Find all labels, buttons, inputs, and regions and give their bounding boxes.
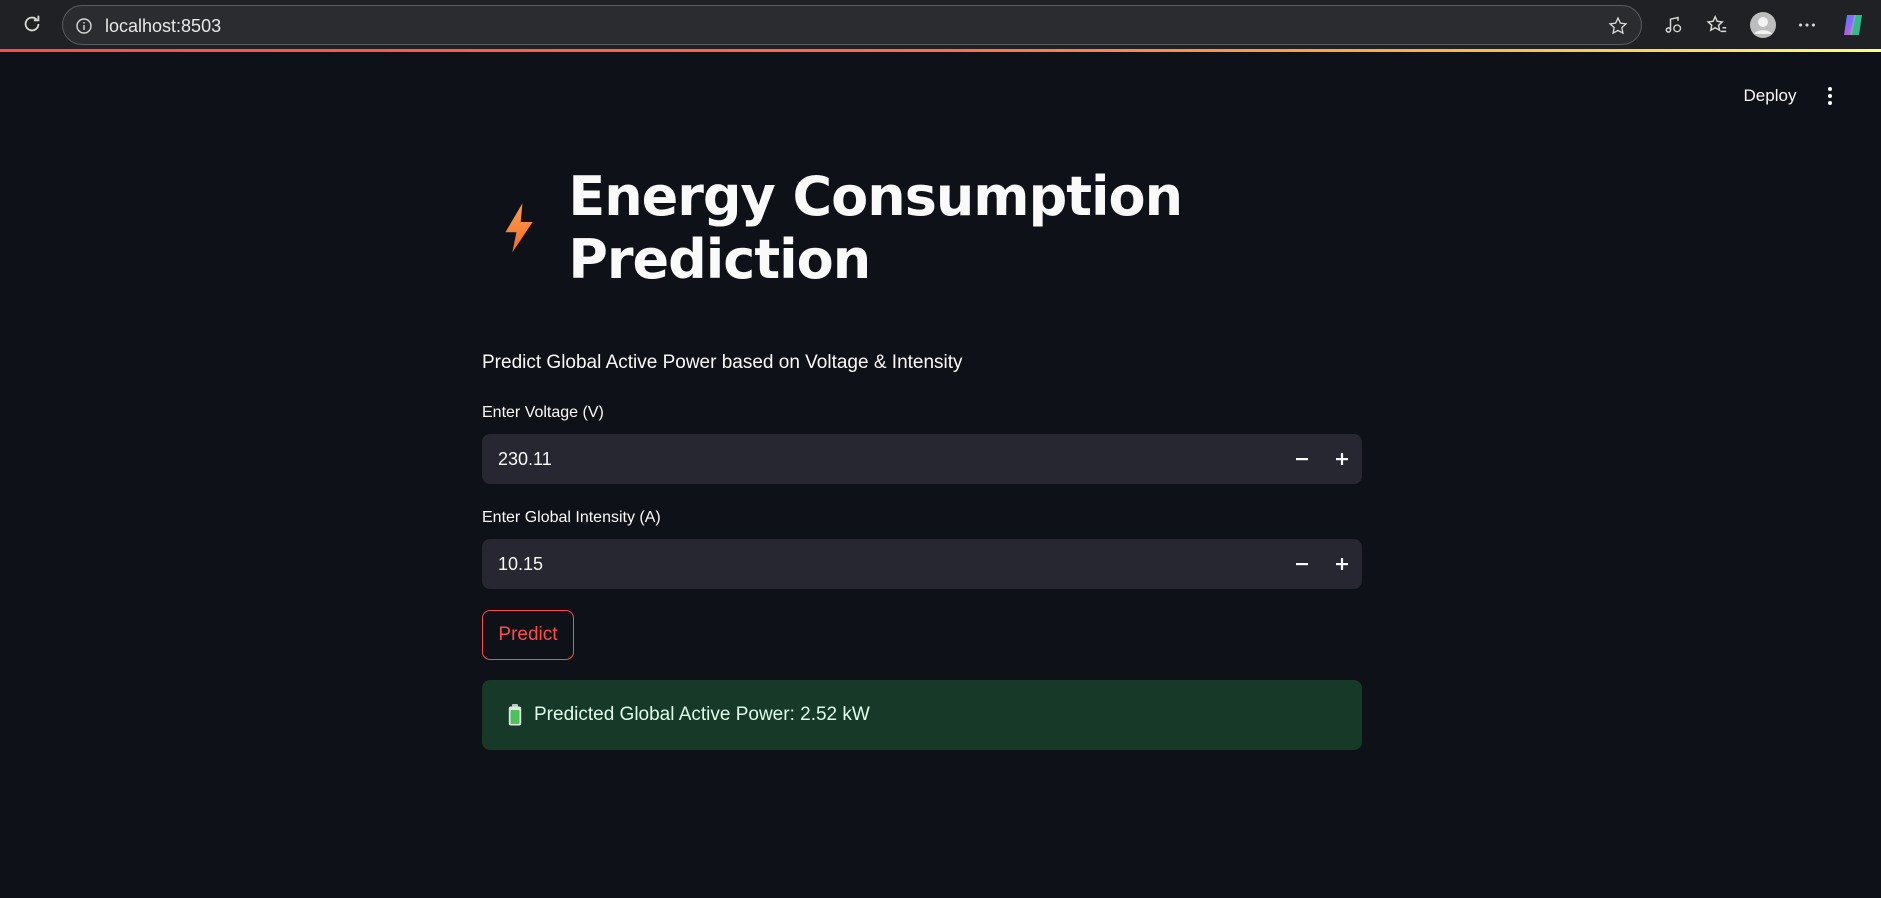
prediction-result-alert: Predicted Global Active Power: 2.52 kW xyxy=(482,680,1362,750)
battery-icon xyxy=(508,704,522,726)
favorites-icon[interactable] xyxy=(1704,12,1730,38)
intensity-label: Enter Global Intensity (A) xyxy=(482,509,661,526)
deploy-button[interactable]: Deploy xyxy=(1730,80,1810,112)
page-subtitle: Predict Global Active Power based on Vol… xyxy=(482,352,963,373)
browser-toolbar: localhost:8503 xyxy=(0,0,1881,50)
profile-icon[interactable] xyxy=(1748,10,1778,40)
intensity-increment-button[interactable] xyxy=(1322,539,1362,589)
voltage-decrement-button[interactable] xyxy=(1282,434,1322,484)
voltage-increment-button[interactable] xyxy=(1322,434,1362,484)
copilot-icon[interactable] xyxy=(1840,12,1866,38)
music-icon[interactable] xyxy=(1660,12,1686,38)
reload-icon[interactable] xyxy=(20,12,44,36)
voltage-input[interactable] xyxy=(482,434,1282,484)
plus-icon xyxy=(1336,558,1348,570)
minus-icon xyxy=(1296,458,1308,461)
voltage-label: Enter Voltage (V) xyxy=(482,404,604,421)
intensity-input[interactable] xyxy=(482,539,1282,589)
minus-icon xyxy=(1296,563,1308,566)
more-icon[interactable] xyxy=(1794,12,1820,38)
lightning-icon xyxy=(505,202,533,253)
page-loading-bar xyxy=(0,49,1881,52)
address-url[interactable]: localhost:8503 xyxy=(105,16,221,37)
page-title: Energy Consumption Prediction xyxy=(568,164,1183,291)
plus-icon xyxy=(1336,453,1348,465)
address-bar[interactable]: localhost:8503 xyxy=(62,5,1642,45)
predict-button[interactable]: Predict xyxy=(482,610,574,660)
voltage-input-group xyxy=(482,434,1362,484)
kebab-menu-icon[interactable] xyxy=(1815,80,1845,112)
info-icon[interactable] xyxy=(75,17,93,35)
page-title-row: Energy Consumption Prediction xyxy=(482,165,1362,291)
star-icon[interactable] xyxy=(1607,15,1629,37)
intensity-input-group xyxy=(482,539,1362,589)
intensity-decrement-button[interactable] xyxy=(1282,539,1322,589)
prediction-result-text: Predicted Global Active Power: 2.52 kW xyxy=(534,704,870,725)
